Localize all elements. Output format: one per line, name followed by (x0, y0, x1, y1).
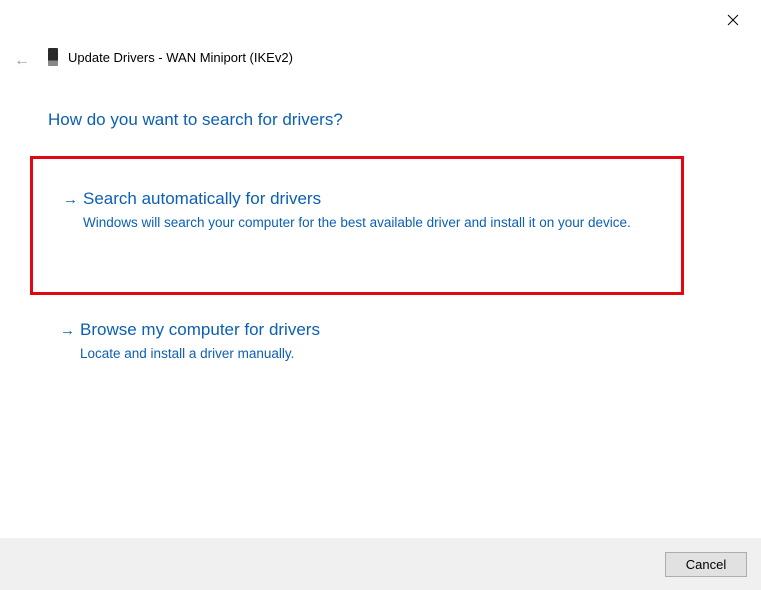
close-button[interactable] (723, 10, 743, 30)
back-arrow-icon: ← (14, 52, 30, 70)
device-icon (48, 48, 58, 66)
window-title: Update Drivers - WAN Miniport (IKEv2) (68, 50, 293, 65)
page-heading: How do you want to search for drivers? (48, 110, 343, 130)
option-description: Locate and install a driver manually. (80, 344, 640, 364)
cancel-button[interactable]: Cancel (665, 552, 747, 577)
option-title: Browse my computer for drivers (80, 320, 664, 340)
option-search-automatically[interactable]: → Search automatically for drivers Windo… (30, 156, 684, 295)
window-header: Update Drivers - WAN Miniport (IKEv2) (48, 48, 293, 66)
option-title: Search automatically for drivers (83, 189, 661, 209)
arrow-right-icon: → (63, 191, 78, 208)
option-description: Windows will search your computer for th… (83, 213, 643, 233)
close-icon (727, 14, 739, 26)
arrow-right-icon: → (60, 322, 75, 339)
option-browse-computer[interactable]: → Browse my computer for drivers Locate … (30, 316, 684, 386)
dialog-footer: Cancel (0, 538, 761, 590)
